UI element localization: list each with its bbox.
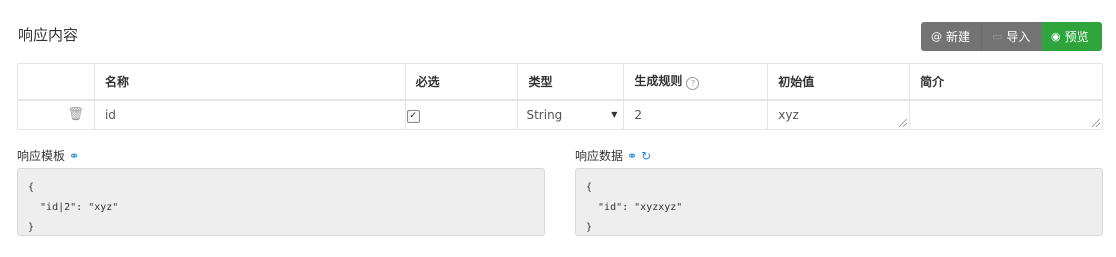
code-line: } [586, 222, 593, 233]
help-icon[interactable]: ? [686, 77, 700, 91]
code-line: { [28, 182, 35, 193]
header-name: 名称 [93, 63, 406, 101]
refresh-icon[interactable]: ↻ [641, 149, 651, 163]
header-type: 类型 [517, 63, 625, 101]
code-line: { [586, 182, 593, 193]
table-header-row: 名称 必选 类型 生成规则? 初始值 简介 [17, 63, 1103, 101]
import-icon: ▭ [992, 30, 1003, 43]
table-row: 🗑 id ✓ String ▼ 2 xyz [17, 99, 1103, 130]
code-line: "id|2": "xyz" [28, 202, 119, 213]
data-panel-label: 响应数据 ⚭ ↻ [575, 147, 651, 164]
rule-value: 2 [634, 107, 643, 122]
import-button-label: 导入 [1006, 30, 1031, 44]
preview-button[interactable]: ◉ 预览 [1041, 22, 1102, 51]
required-checkbox[interactable]: ✓ [406, 109, 420, 123]
toolbar: @ 新建 ▭ 导入 ◉ 预览 [921, 22, 1102, 51]
header-rule: 生成规则? [623, 63, 769, 101]
import-button[interactable]: ▭ 导入 [981, 22, 1041, 51]
properties-table: 名称 必选 类型 生成规则? 初始值 简介 🗑 id ✓ String ▼ 2 x… [17, 63, 1103, 130]
data-code-box: { "id": "xyzxyz"} [575, 168, 1103, 236]
new-button[interactable]: @ 新建 [921, 22, 981, 51]
rule-field[interactable]: 2 [623, 99, 769, 130]
header-initial: 初始值 [767, 63, 911, 101]
code-line: } [28, 222, 35, 233]
new-button-label: 新建 [946, 30, 971, 44]
header-rule-label: 生成规则 [634, 74, 683, 89]
description-value [910, 108, 920, 122]
name-value: id [104, 107, 116, 122]
trash-icon[interactable]: 🗑 [18, 107, 94, 122]
header-required: 必选 [404, 63, 519, 101]
link-icon[interactable]: ⚭ [627, 149, 637, 163]
eye-icon: ◉ [1051, 30, 1061, 43]
data-label-text: 响应数据 [575, 149, 624, 163]
required-cell: ✓ [404, 99, 519, 130]
type-value: String [526, 107, 563, 122]
header-description: 简介 [909, 63, 1103, 101]
resize-grip-icon[interactable] [899, 119, 908, 127]
preview-button-label: 预览 [1064, 30, 1089, 44]
initial-value-field[interactable]: xyz [767, 99, 911, 130]
at-icon: @ [931, 30, 942, 43]
type-select[interactable]: String ▼ [517, 99, 625, 130]
description-field[interactable] [909, 99, 1103, 130]
initial-value: xyz [778, 107, 799, 122]
template-code-box: { "id|2": "xyz"} [17, 168, 545, 236]
section-title: 响应内容 [18, 26, 79, 44]
name-field[interactable]: id [93, 99, 406, 130]
header-actions [17, 63, 95, 101]
template-label-text: 响应模板 [17, 149, 66, 163]
template-panel-label: 响应模板 ⚭ [17, 147, 79, 164]
link-icon[interactable]: ⚭ [69, 149, 79, 163]
code-line: "id": "xyzxyz" [586, 202, 683, 213]
row-actions-cell: 🗑 [17, 99, 95, 130]
caret-down-icon: ▼ [611, 110, 618, 120]
resize-grip-icon[interactable] [1092, 119, 1100, 127]
